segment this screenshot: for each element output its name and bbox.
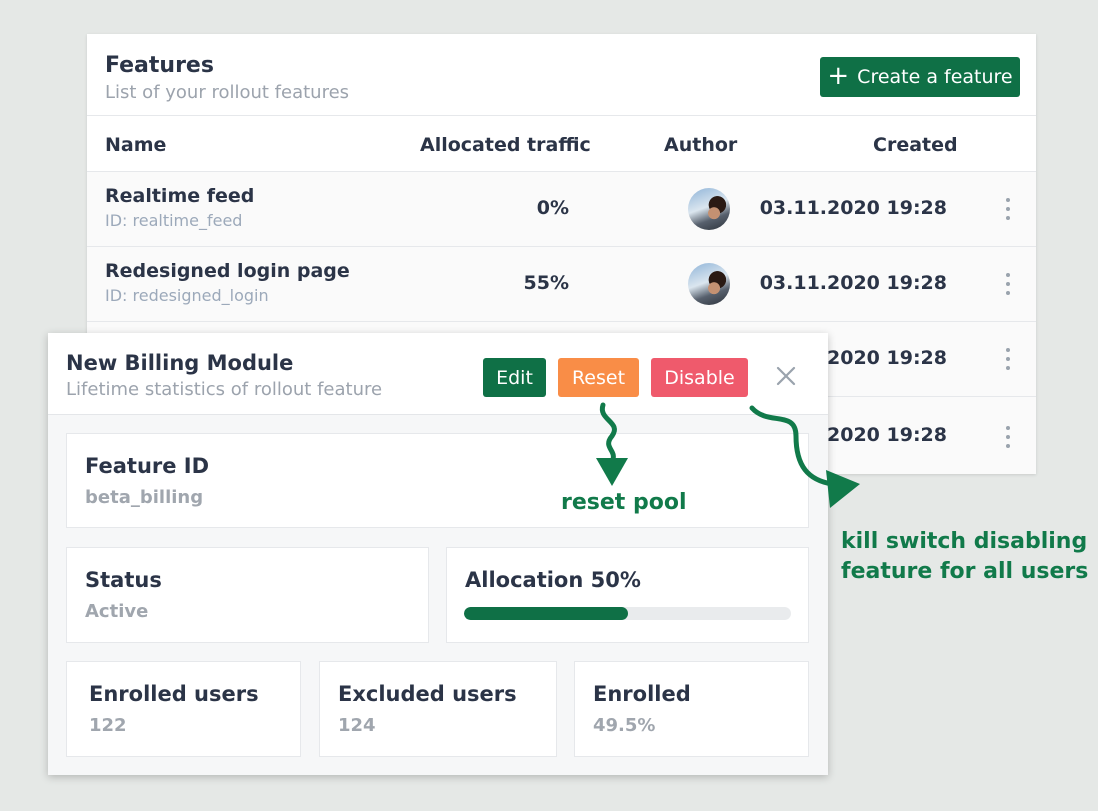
- reset-pool-annotation: reset pool: [561, 490, 687, 515]
- reset-arrow-stroke: [599, 402, 617, 465]
- kill-switch-annotation-line2: feature for all users: [841, 559, 1089, 584]
- reset-arrowhead: [596, 458, 628, 486]
- annotation-arrows: [596, 402, 860, 508]
- disable-arrowhead: [826, 470, 860, 508]
- kill-switch-annotation-line1: kill switch disabling: [841, 529, 1088, 554]
- disable-arrow-stroke: [749, 405, 835, 487]
